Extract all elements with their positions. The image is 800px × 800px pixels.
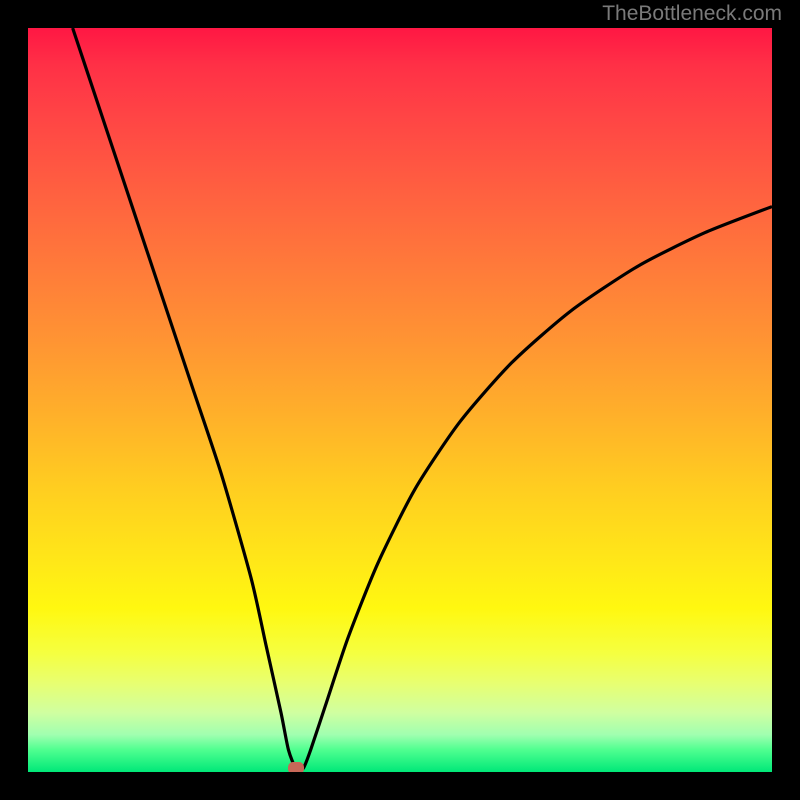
chart-plot-area	[28, 28, 772, 772]
bottleneck-curve-line	[73, 28, 772, 770]
watermark-text: TheBottleneck.com	[602, 2, 782, 26]
chart-svg	[28, 28, 772, 772]
optimal-point-marker	[288, 762, 304, 772]
